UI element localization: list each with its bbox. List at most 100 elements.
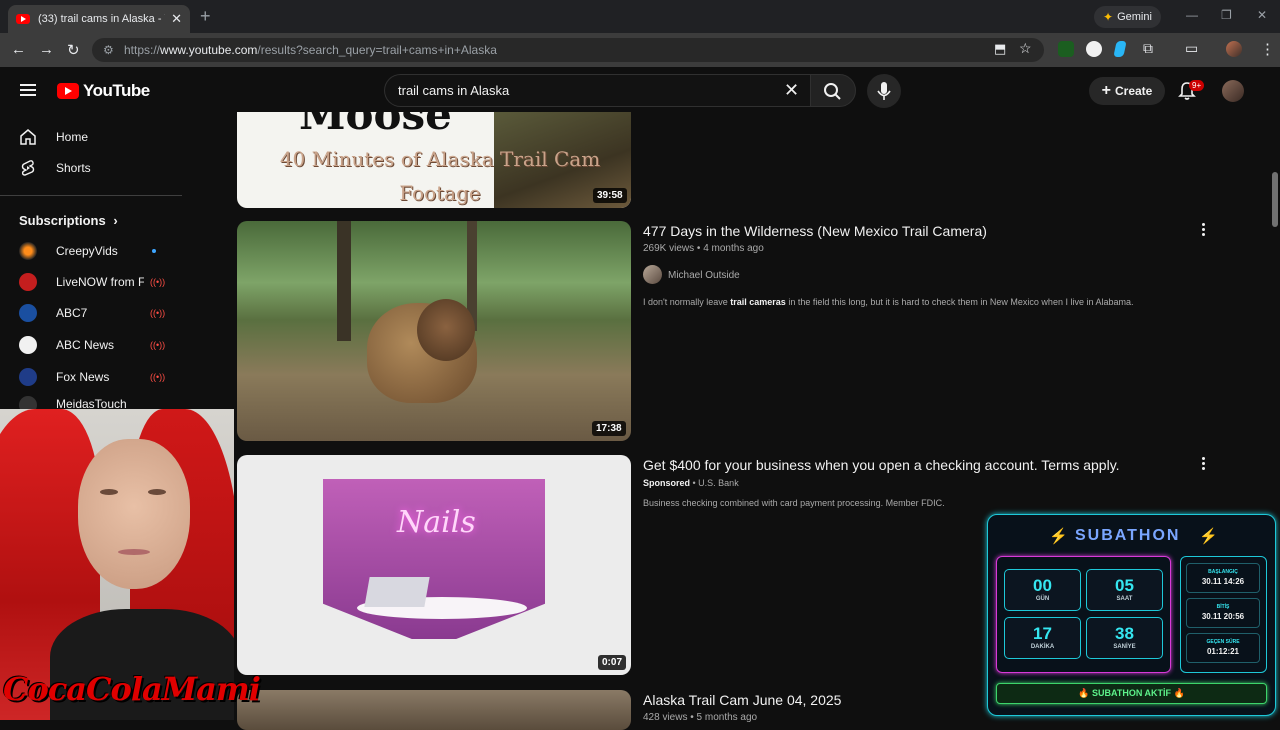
video-title[interactable]: Alaska Trail Cam June 04, 2025 — [643, 692, 841, 708]
neon-sign: Nails — [397, 505, 476, 540]
gemini-sparkle-icon: ✦ — [1103, 10, 1114, 24]
timer-value: 05 — [1115, 576, 1134, 595]
subathon-title: SUBATHON — [1075, 527, 1181, 544]
video-thumbnail[interactable]: Moose 40 Minutes of Alaska Trail Cam Foo… — [237, 112, 631, 208]
end-time: BİTİŞ 30.11 20:56 — [1186, 598, 1260, 628]
video-meta: 428 views • 5 months ago — [643, 712, 758, 723]
start-time: BAŞLANGIÇ 30.11 14:26 — [1186, 563, 1260, 593]
channel-name: Fox News — [56, 370, 110, 384]
maximize-button[interactable]: ❐ — [1221, 8, 1232, 22]
info-value: 01:12:21 — [1206, 647, 1240, 656]
gemini-button[interactable]: ✦ Gemini — [1094, 6, 1161, 28]
sidebar-item-channel[interactable]: LiveNOW from FOX ((•)) — [0, 267, 182, 297]
duration-badge: 39:58 — [593, 188, 627, 203]
extension-circle-icon[interactable] — [1086, 41, 1102, 57]
youtube-wordmark: YouTube — [83, 81, 150, 100]
thumbnail-caption: 40 Minutes of Alaska Trail Cam Footage — [279, 147, 601, 205]
notification-count-badge: 9+ — [1189, 80, 1205, 91]
timer-minutes: 17 DAKİKA — [1004, 617, 1081, 659]
video-title[interactable]: 477 Days in the Wilderness (New Mexico T… — [643, 223, 987, 239]
advertiser-name[interactable]: U.S. Bank — [698, 478, 739, 488]
browser-tab[interactable]: (33) trail cams in Alaska - YouTube ✕ — [8, 5, 190, 33]
install-app-icon[interactable]: ⬒ — [994, 41, 1006, 57]
reload-icon[interactable]: ↻ — [67, 41, 80, 59]
bookmark-star-icon[interactable]: ☆ — [1019, 40, 1032, 57]
channel-name: CreepyVids — [56, 244, 118, 258]
channel-name: ABC7 — [56, 306, 88, 320]
timer-seconds: 38 SANİYE — [1086, 617, 1163, 659]
info-label: BİTİŞ — [1216, 604, 1230, 610]
sidebar-item-channel[interactable]: MeidasTouch — [0, 394, 182, 410]
info-label: BAŞLANGIÇ — [1208, 569, 1238, 575]
eye-left — [100, 489, 118, 495]
browser-menu-icon[interactable]: ⋮ — [1260, 40, 1275, 58]
face — [78, 439, 190, 589]
forward-arrow-icon[interactable]: → — [39, 41, 54, 58]
video-thumbnail[interactable]: 17:38 — [237, 221, 631, 441]
extensions-puzzle-icon[interactable]: ⧉ — [1143, 40, 1153, 57]
create-label: Create — [1114, 84, 1153, 98]
bear-head — [417, 299, 475, 361]
sidebar-item-channel[interactable]: ABC7 ((•)) — [0, 298, 182, 328]
chevron-right-icon: › — [113, 213, 118, 228]
channel-avatar — [19, 396, 37, 410]
page-scrollbar[interactable] — [1272, 172, 1278, 227]
laptop — [364, 577, 430, 607]
voice-search-button[interactable] — [867, 74, 901, 108]
more-actions-icon[interactable] — [1202, 223, 1206, 238]
description-text: in the field this long, but it is hard t… — [785, 297, 1134, 307]
close-window-button[interactable]: ✕ — [1257, 8, 1267, 22]
channel-name[interactable]: Michael Outside — [668, 270, 740, 281]
sidebar-item-home[interactable]: Home — [0, 122, 182, 152]
subscriptions-label: Subscriptions — [19, 213, 106, 228]
tab-close-icon[interactable]: ✕ — [171, 11, 182, 27]
new-content-dot — [152, 249, 156, 253]
timer-hours: 05 SAAT — [1086, 569, 1163, 611]
sidebar-item-channel[interactable]: CreepyVids — [0, 236, 182, 266]
channel-name: LiveNOW from FOX — [56, 275, 144, 289]
channel-avatar — [19, 304, 37, 322]
channel-avatar[interactable] — [643, 265, 662, 284]
back-arrow-icon[interactable]: ← — [11, 41, 26, 58]
info-label: GEÇEN SÜRE — [1206, 639, 1240, 645]
video-thumbnail[interactable] — [237, 690, 631, 730]
ad-title[interactable]: Get $400 for your business when you open… — [643, 457, 1120, 473]
plus-icon: + — [1101, 82, 1111, 99]
timer-value: 00 — [1033, 576, 1052, 595]
subscriptions-heading[interactable]: Subscriptions › — [19, 213, 118, 228]
url-host: www.youtube.com — [160, 43, 258, 57]
new-tab-button[interactable]: + — [200, 6, 211, 27]
microphone-icon — [877, 82, 891, 100]
search-input[interactable]: trail cams in Alaska — [384, 74, 810, 107]
channel-avatar — [19, 242, 37, 260]
site-settings-icon[interactable]: ⚙ — [103, 43, 114, 57]
extension-k-icon[interactable] — [1058, 41, 1074, 57]
duration-badge: 17:38 — [592, 421, 626, 436]
search-icon — [824, 83, 841, 100]
sidebar-item-channel[interactable]: ABC News ((•)) — [0, 330, 182, 360]
address-bar[interactable]: ⚙ https://www.youtube.com/results?search… — [92, 38, 1044, 62]
shorts-icon — [21, 160, 35, 176]
minimize-button[interactable]: — — [1186, 8, 1198, 22]
create-button[interactable]: + Create — [1089, 77, 1165, 105]
cast-icon[interactable]: ▭ — [1185, 40, 1198, 57]
url-path: /results?search_query=trail+cams+in+Alas… — [257, 43, 497, 57]
channel-avatar — [19, 273, 37, 291]
youtube-logo[interactable]: YouTube — [57, 81, 150, 101]
timer-unit: SAAT — [1116, 596, 1133, 602]
clear-search-icon[interactable]: ✕ — [784, 80, 799, 101]
search-button[interactable] — [810, 74, 856, 107]
streamer-name: CocaColaMami — [3, 670, 261, 708]
more-actions-icon[interactable] — [1202, 457, 1206, 472]
video-description: I don't normally leave trail cameras in … — [643, 297, 1134, 307]
sidebar-item-channel[interactable]: Fox News ((•)) — [0, 362, 182, 392]
ad-thumbnail[interactable]: Nails 0:07 — [237, 455, 631, 675]
sidebar-item-shorts[interactable]: Shorts — [0, 153, 182, 183]
hamburger-menu-icon[interactable] — [20, 84, 36, 96]
sidebar-item-label: Shorts — [56, 161, 91, 175]
mouth — [118, 549, 150, 555]
channel-avatar — [19, 336, 37, 354]
youtube-favicon-icon — [16, 14, 30, 24]
account-avatar[interactable] — [1222, 80, 1244, 102]
profile-avatar-icon[interactable] — [1226, 41, 1242, 57]
